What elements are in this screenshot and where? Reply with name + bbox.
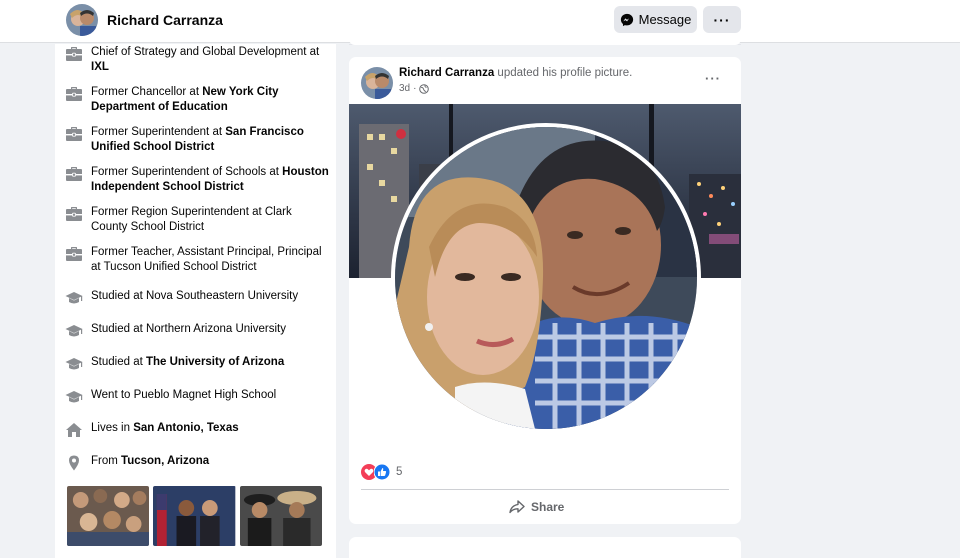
post-timestamp[interactable]: 3d — [399, 83, 410, 94]
share-icon — [509, 500, 525, 514]
reactions-summary[interactable]: 5 — [361, 464, 402, 480]
more-options-button[interactable]: ··· — [703, 6, 741, 33]
post-options-button[interactable]: ··· — [705, 71, 721, 86]
intro-item-text: Chief of Strategy and Global Development… — [91, 46, 320, 73]
intro-item: Went to Pueblo Magnet High School — [65, 388, 330, 405]
photo-thumbnail[interactable] — [153, 486, 236, 546]
post-author-name[interactable]: Richard Carranza — [399, 67, 494, 79]
intro-item: Studied at The University of Arizona — [65, 355, 330, 372]
briefcase-icon — [65, 206, 85, 222]
location-pin-icon — [65, 455, 85, 471]
graduation-cap-icon — [65, 290, 85, 306]
photos-preview — [67, 486, 322, 546]
intro-item-text: Lives in San Antonio, Texas — [91, 422, 239, 434]
intro-item-text: Went to Pueblo Magnet High School — [91, 389, 277, 401]
post-headline: Richard Carranza updated his profile pic… — [399, 67, 632, 79]
intro-item-text: Former Superintendent at San Francisco U… — [91, 126, 304, 153]
share-button[interactable]: Share — [509, 497, 564, 517]
intro-item: From Tucson, Arizona — [65, 454, 330, 471]
photo-thumbnail[interactable] — [239, 486, 322, 546]
photo-thumbnail[interactable] — [67, 486, 150, 546]
briefcase-icon — [65, 126, 85, 142]
intro-item-text: Former Chancellor at New York City Depar… — [91, 86, 279, 113]
briefcase-icon — [65, 246, 85, 262]
reaction-count: 5 — [396, 466, 403, 478]
intro-item-text: Studied at Northern Arizona University — [91, 323, 286, 335]
briefcase-icon — [65, 166, 85, 182]
next-post-card — [349, 537, 741, 558]
intro-item: Former Chancellor at New York City Depar… — [65, 85, 330, 115]
intro-item: Former Teacher, Assistant Principal, Pri… — [65, 245, 330, 275]
intro-item: Studied at Nova Southeastern University — [65, 289, 330, 306]
briefcase-icon — [65, 86, 85, 102]
graduation-cap-icon — [65, 323, 85, 339]
share-label: Share — [531, 500, 565, 514]
post-meta: 3d · — [399, 83, 430, 94]
message-button-label: Message — [638, 12, 692, 27]
intro-item-text: Studied at The University of Arizona — [91, 356, 285, 368]
home-icon — [65, 422, 85, 438]
intro-item: Former Region Superintendent at Clark Co… — [65, 205, 330, 235]
intro-item-text: Studied at Nova Southeastern University — [91, 290, 299, 302]
intro-item-link[interactable]: IXL — [91, 61, 109, 73]
post-actions-divider — [361, 489, 729, 490]
post-author-avatar[interactable] — [361, 67, 393, 99]
intro-item: Studied at Northern Arizona University — [65, 322, 330, 339]
intro-item-text: Former Region Superintendent at Clark Co… — [91, 206, 292, 233]
graduation-cap-icon — [65, 356, 85, 372]
intro-item-text: Former Teacher, Assistant Principal, Pri… — [91, 246, 322, 273]
globe-icon — [419, 83, 430, 94]
profile-picture[interactable] — [391, 123, 701, 433]
post-card: Richard Carranza updated his profile pic… — [349, 57, 741, 524]
intro-item: Former Superintendent of Schools at Hous… — [65, 165, 330, 195]
messenger-icon — [620, 13, 633, 26]
post-action-text: updated his profile picture. — [494, 67, 633, 79]
intro-item-text: Former Superintendent of Schools at Hous… — [91, 166, 329, 193]
intro-item-link[interactable]: San Antonio, Texas — [133, 422, 238, 434]
intro-item: Former Superintendent at San Francisco U… — [65, 125, 330, 155]
like-reaction-icon — [374, 464, 390, 480]
intro-item: Chief of Strategy and Global Development… — [65, 45, 330, 75]
header-profile-name[interactable]: Richard Carranza — [107, 12, 223, 28]
intro-card: Chief of Strategy and Global Development… — [55, 44, 336, 558]
intro-item-link[interactable]: The University of Arizona — [146, 356, 284, 368]
intro-item-text: From Tucson, Arizona — [91, 455, 210, 467]
intro-item: Lives in San Antonio, Texas — [65, 421, 330, 438]
message-button[interactable]: Message — [614, 6, 697, 33]
header-avatar[interactable] — [66, 4, 98, 36]
briefcase-icon — [65, 46, 85, 62]
intro-item-link[interactable]: Tucson, Arizona — [121, 455, 209, 467]
graduation-cap-icon — [65, 389, 85, 405]
previous-post-card — [349, 35, 741, 45]
